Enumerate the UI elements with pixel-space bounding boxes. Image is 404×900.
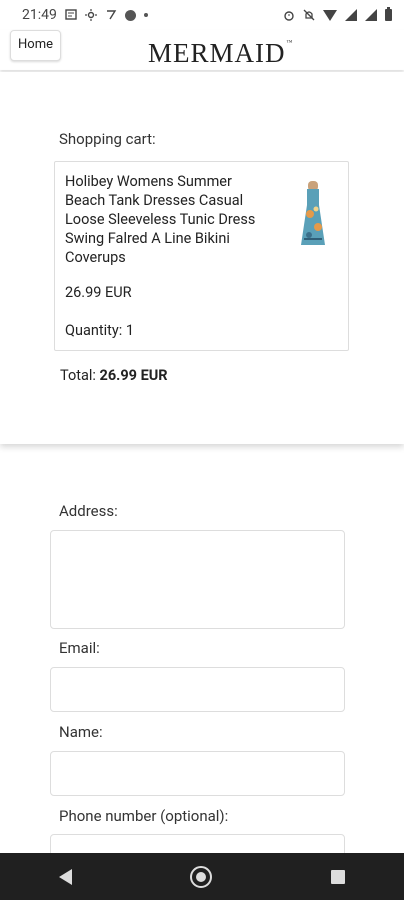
status-time: 21:49 xyxy=(22,7,57,23)
email-label: Email: xyxy=(59,639,100,657)
brightness-icon xyxy=(84,9,97,21)
more-notifications-icon xyxy=(143,13,148,17)
item-image[interactable] xyxy=(295,179,331,251)
status-left: 21:49 xyxy=(22,7,148,23)
item-title: Holibey Womens Summer Beach Tank Dresses… xyxy=(65,173,256,266)
name-input[interactable] xyxy=(50,751,345,796)
status-right xyxy=(283,7,392,21)
address-label: Address: xyxy=(59,502,118,520)
back-icon[interactable] xyxy=(59,868,73,885)
battery-icon xyxy=(385,7,392,21)
home-nav-icon[interactable] xyxy=(190,865,213,888)
home-button[interactable]: Home xyxy=(10,30,61,61)
total-label: Total: xyxy=(60,367,96,384)
message-icon xyxy=(65,9,77,20)
address-input[interactable] xyxy=(50,530,345,629)
brand-logo[interactable]: MERMAID™ xyxy=(148,38,293,69)
cart-total: Total: 26.99 EUR xyxy=(60,367,168,384)
top-bar: Home MERMAID™ xyxy=(0,30,404,70)
item-quantity: Quantity: 1 xyxy=(65,322,134,339)
cart-card: Shopping cart: Holibey Womens Summer Bea… xyxy=(0,72,404,444)
signal-icon-2 xyxy=(365,9,377,21)
item-price: 26.99 EUR xyxy=(65,284,132,301)
recent-apps-icon[interactable] xyxy=(330,869,345,884)
cart-label: Shopping cart: xyxy=(59,130,156,148)
total-value: 26.99 EUR xyxy=(99,367,168,384)
logo-text: MERMAID xyxy=(148,38,286,68)
system-nav-bar xyxy=(0,853,404,900)
mute-icon xyxy=(303,9,315,21)
cart-item: Holibey Womens Summer Beach Tank Dresses… xyxy=(54,161,349,351)
phone-label: Phone number (optional): xyxy=(59,807,229,825)
email-input[interactable] xyxy=(50,667,345,712)
wifi-icon xyxy=(323,9,337,21)
data-saver-icon xyxy=(106,10,117,20)
notification-dot-icon xyxy=(124,9,136,21)
alarm-icon xyxy=(284,11,294,21)
signal-icon xyxy=(345,9,357,21)
name-label: Name: xyxy=(59,723,103,741)
logo-trademark: ™ xyxy=(286,40,294,46)
status-bar: 21:49 xyxy=(0,0,404,30)
